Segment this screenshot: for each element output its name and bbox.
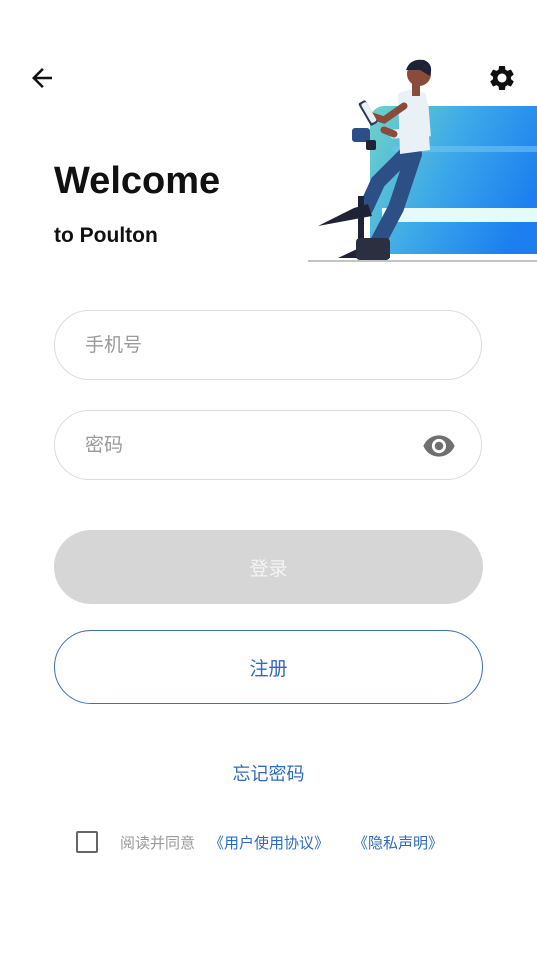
welcome-subtitle: to Poulton xyxy=(54,224,158,247)
register-button-label: 注册 xyxy=(249,657,288,680)
login-button-label: 登录 xyxy=(249,557,288,580)
phone-input[interactable] xyxy=(83,333,387,357)
login-button[interactable]: 登录 xyxy=(54,530,483,604)
back-button[interactable] xyxy=(24,60,60,96)
user-agreement-link[interactable]: 《用户使用协议》 xyxy=(209,832,329,853)
phone-field[interactable] xyxy=(54,310,482,380)
toggle-password-visibility-button[interactable] xyxy=(421,429,457,463)
agreement-text: 阅读并同意 xyxy=(120,833,196,852)
password-input[interactable] xyxy=(83,433,387,457)
forgot-password-link[interactable]: 忘记密码 xyxy=(0,760,537,786)
agreement-checkbox[interactable] xyxy=(76,831,98,853)
arrow-left-icon xyxy=(32,68,52,88)
register-button[interactable]: 注册 xyxy=(54,630,483,704)
agreement-row: 阅读并同意 《用户使用协议》 《隐私声明》 xyxy=(76,828,443,856)
eye-icon xyxy=(423,435,455,457)
welcome-title: Welcome xyxy=(54,160,221,202)
password-field[interactable] xyxy=(54,410,482,480)
person-on-card-illustration xyxy=(308,59,537,262)
privacy-statement-link[interactable]: 《隐私声明》 xyxy=(353,832,443,853)
